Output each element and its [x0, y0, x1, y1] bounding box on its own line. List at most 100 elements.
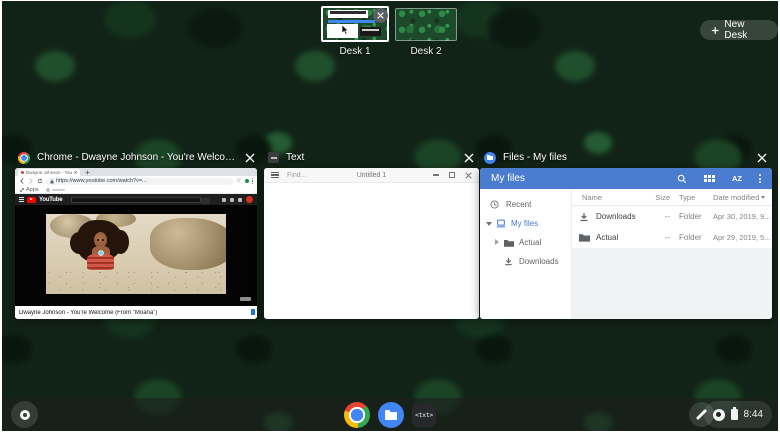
- window-controls: [433, 172, 472, 179]
- extension-icon: [245, 179, 249, 183]
- forward-icon: [28, 178, 34, 184]
- maximize-icon: [449, 172, 455, 178]
- video-title-strip: Dwayne Johnson - You're Welcome (From "M…: [15, 306, 257, 319]
- column-size: Size: [644, 193, 670, 202]
- necklace: [99, 251, 103, 255]
- shelf-files-icon[interactable]: [378, 402, 404, 428]
- new-desk-label: New Desk: [724, 19, 767, 41]
- files-body: Recent My files Actual: [480, 189, 772, 319]
- files-titlebar: My files AZ: [480, 168, 772, 189]
- lock-icon: [50, 179, 54, 184]
- file-name: Actual: [596, 233, 644, 242]
- clock-icon: [490, 200, 499, 209]
- file-modified: Apr 30, 2019, 9...: [706, 212, 772, 221]
- youtube-favicon: [21, 171, 24, 174]
- chrome-window-close-button[interactable]: [243, 151, 257, 165]
- file-modified: Apr 29, 2019, 5...: [706, 233, 772, 242]
- plus-icon: [711, 26, 719, 35]
- search-icon: [677, 174, 687, 184]
- youtube-search-box: [71, 197, 201, 203]
- desk-2-thumbnail[interactable]: [395, 8, 457, 41]
- column-date-label: Date modified: [713, 193, 759, 202]
- notification-icon: [713, 409, 725, 421]
- desk-1-mini-window-1: [328, 10, 368, 18]
- files-window-title: Files - My files: [503, 152, 748, 163]
- folder-icon: [504, 239, 514, 247]
- text-editor-body: [264, 183, 479, 318]
- bookmark-favicon: [46, 188, 50, 192]
- video-frame: [46, 214, 226, 294]
- file-type: Folder: [670, 212, 706, 221]
- file-row-actual: Actual -- Folder Apr 29, 2019, 5...: [572, 227, 772, 248]
- new-tab-icon: [85, 170, 90, 175]
- chrome-tab-title: Dwayne Johnson - You'r...: [26, 170, 72, 175]
- text-window-close-button[interactable]: [462, 151, 476, 165]
- battery-icon: [731, 409, 738, 420]
- bookmark-apps: Apps: [20, 187, 39, 193]
- close-icon: [465, 172, 472, 179]
- youtube-masthead: YouTube: [15, 194, 257, 205]
- files-window-close-button[interactable]: [755, 151, 769, 165]
- new-desk-button[interactable]: New Desk: [700, 20, 778, 40]
- desk-1-mini-blue-strip: [328, 20, 375, 24]
- text-app-icon: [268, 152, 279, 163]
- minimize-icon: [433, 174, 439, 176]
- player-controls-hint: [240, 297, 251, 301]
- file-size: --: [644, 212, 670, 221]
- chrome-toolbar: https://www.youtube.com/watch?v=... ☆: [15, 176, 257, 186]
- sort-direction-icon: [761, 196, 765, 199]
- shelf-text-app-icon[interactable]: <txt>: [412, 403, 436, 427]
- status-tray[interactable]: 8:44: [704, 401, 772, 428]
- text-window-preview[interactable]: Find... Untitled 1: [264, 168, 479, 319]
- files-title: My files: [491, 173, 660, 184]
- files-empty-area: [572, 248, 772, 319]
- video-player-area: [15, 205, 257, 306]
- apps-icon: [230, 198, 234, 202]
- bookmark-star-icon: ☆: [236, 178, 241, 184]
- more-options-icon: [759, 174, 761, 183]
- launcher-button[interactable]: [11, 401, 38, 428]
- column-date-modified: Date modified: [706, 193, 772, 202]
- cursor-icon: [342, 25, 350, 35]
- youtube-action-icons: [222, 196, 253, 203]
- desk-1-mini-dark-window: [360, 27, 381, 36]
- text-window-title: Text: [286, 152, 455, 163]
- url-text: https://www.youtube.com/watch?v=...: [56, 178, 147, 184]
- sidebar-item-actual: Actual: [480, 233, 571, 252]
- chrome-window-title: Chrome - Dwayne Johnson - You're Welcome…: [37, 152, 236, 163]
- notifications-icon: [238, 198, 242, 202]
- desk-2-label: Desk 2: [395, 46, 457, 57]
- sidebar-item-downloads: Downloads: [480, 252, 571, 271]
- rock: [150, 218, 226, 270]
- close-icon: [377, 12, 384, 19]
- moana-character: [72, 220, 130, 294]
- column-type: Type: [670, 193, 706, 202]
- shelf-chrome-icon[interactable]: [344, 402, 370, 428]
- chrome-active-tab: Dwayne Johnson - You'r...: [18, 169, 80, 176]
- chrome-icon: [18, 152, 30, 164]
- desk-1-close-button[interactable]: [373, 8, 388, 23]
- reload-icon: [37, 178, 43, 184]
- sidebar-item-recent: Recent: [480, 195, 571, 214]
- files-column-headers: Name Size Type Date modified: [572, 189, 772, 206]
- launcher-icon: [20, 410, 30, 420]
- sidebar-label: Recent: [480, 200, 531, 209]
- download-icon: [572, 212, 596, 222]
- scroll-accent: [251, 309, 255, 315]
- computer-icon: [496, 219, 506, 228]
- chrome-menu-icon: [252, 178, 254, 185]
- text-app-titlebar: Find... Untitled 1: [264, 168, 479, 183]
- chromeos-overview-screen: Desk 1 Desk 2 New Desk Chrome - Dwayne J…: [0, 0, 780, 433]
- sidebar-item-my-files: My files: [480, 214, 571, 233]
- view-toggle-icon: [704, 175, 715, 182]
- shelf: <txt> 8:44: [2, 398, 778, 431]
- files-sidebar: Recent My files Actual: [480, 189, 572, 319]
- chrome-tab-strip: Dwayne Johnson - You'r...: [15, 168, 257, 176]
- chrome-window-preview[interactable]: Dwayne Johnson - You'r... https://www.yo…: [15, 168, 257, 319]
- chevron-right-icon: [495, 239, 499, 245]
- close-icon: [245, 153, 255, 163]
- apps-grid-icon: [20, 188, 24, 192]
- files-window-preview[interactable]: My files AZ Recent: [480, 168, 772, 319]
- download-icon: [504, 257, 513, 266]
- bookmark-title-bar: [52, 189, 65, 191]
